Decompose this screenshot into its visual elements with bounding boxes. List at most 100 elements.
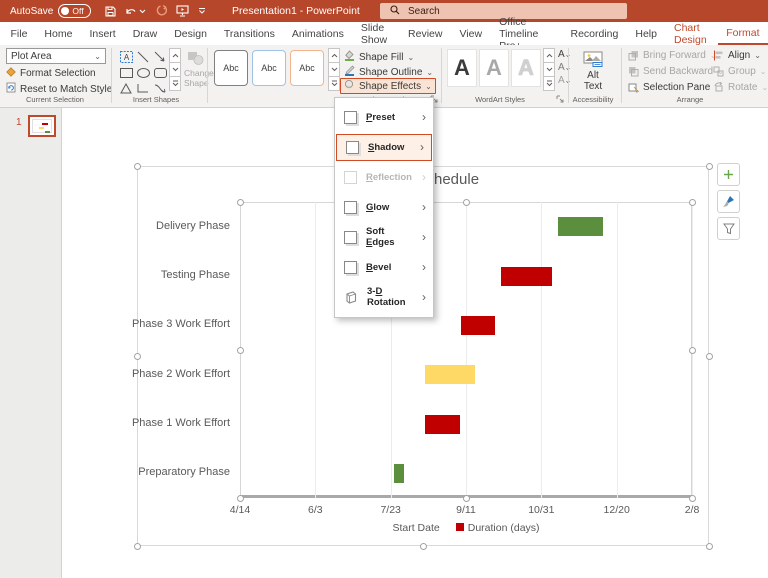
- resize-handle[interactable]: [237, 347, 244, 354]
- shape-style-preset-3[interactable]: Abc: [290, 50, 324, 86]
- menu-item-3d-rotation[interactable]: 3-D Rotation›: [335, 282, 433, 312]
- resize-handle[interactable]: [237, 199, 244, 206]
- resize-handle[interactable]: [134, 543, 141, 550]
- tab-animations[interactable]: Animations: [283, 22, 352, 45]
- tab-review[interactable]: Review: [400, 22, 451, 45]
- menu-item-preset[interactable]: Preset›: [335, 102, 433, 132]
- resize-handle[interactable]: [689, 199, 696, 206]
- text-outline-icon[interactable]: A⌄: [558, 62, 571, 73]
- category-axis-label[interactable]: Phase 3 Work Effort: [30, 318, 230, 330]
- text-fill-icon[interactable]: A⌄: [558, 49, 571, 60]
- tab-view[interactable]: View: [451, 22, 491, 45]
- gantt-bar-phase-1-work-effort[interactable]: [425, 415, 460, 434]
- title-bar: AutoSave Off Presentation1: [0, 0, 768, 22]
- chart-elements-button[interactable]: [717, 163, 740, 186]
- scroll-down-icon[interactable]: [328, 62, 340, 77]
- resize-handle[interactable]: [463, 199, 470, 206]
- menu-item-glow[interactable]: Glow›: [335, 192, 433, 222]
- tab-insert[interactable]: Insert: [81, 22, 124, 45]
- scroll-up-icon[interactable]: [543, 48, 555, 63]
- tab-draw[interactable]: Draw: [124, 22, 166, 45]
- tab-home[interactable]: Home: [36, 22, 81, 45]
- textbox-shape-icon[interactable]: A: [118, 49, 134, 64]
- wordart-preset-2[interactable]: A: [479, 49, 509, 87]
- resize-handle[interactable]: [706, 353, 713, 360]
- undo-icon[interactable]: [125, 6, 146, 17]
- wordart-preset-1[interactable]: A: [447, 49, 477, 87]
- gantt-bar-preparatory-phase[interactable]: [394, 464, 405, 483]
- line-shape-icon[interactable]: [135, 49, 151, 64]
- category-axis-label[interactable]: Testing Phase: [30, 269, 230, 281]
- shape-outline-button[interactable]: Shape Outline⌄: [344, 65, 433, 79]
- category-axis-label[interactable]: Preparatory Phase: [30, 466, 230, 478]
- bring-forward-icon: [628, 50, 639, 61]
- gantt-bar-testing-phase[interactable]: [501, 267, 552, 286]
- shape-style-preset-2[interactable]: Abc: [252, 50, 286, 86]
- chart-styles-button[interactable]: [717, 190, 740, 213]
- resize-handle[interactable]: [420, 543, 427, 550]
- tab-file[interactable]: File: [2, 22, 36, 45]
- wordart-preset-3[interactable]: A: [511, 49, 541, 87]
- menu-item-shadow[interactable]: Shadow›: [336, 134, 432, 161]
- resize-handle[interactable]: [706, 163, 713, 170]
- resize-handle[interactable]: [463, 495, 470, 502]
- category-axis-label[interactable]: Delivery Phase: [30, 220, 230, 232]
- scroll-down-icon[interactable]: [169, 62, 181, 77]
- slideshow-from-beginning-icon[interactable]: [176, 5, 189, 17]
- align-button[interactable]: Align⌄: [713, 50, 761, 61]
- resize-handle[interactable]: [689, 495, 696, 502]
- tab-design[interactable]: Design: [166, 22, 216, 45]
- insert-shapes-gallery: A: [118, 49, 168, 96]
- tab-slide-show[interactable]: Slide Show: [352, 22, 399, 45]
- category-axis-label[interactable]: Phase 2 Work Effort: [30, 368, 230, 380]
- elbow-connector-shape-icon[interactable]: [135, 81, 151, 96]
- arrow-shape-icon[interactable]: [152, 49, 168, 64]
- gallery-more-icon[interactable]: [543, 76, 555, 91]
- gallery-more-icon[interactable]: [169, 76, 181, 91]
- menu-item-soft-edges[interactable]: Soft Edges›: [335, 222, 433, 252]
- gantt-bar-delivery-phase[interactable]: [558, 217, 603, 236]
- chart-filters-button[interactable]: [717, 217, 740, 240]
- autosave-toggle[interactable]: Off: [58, 4, 90, 18]
- resize-handle[interactable]: [706, 543, 713, 550]
- scroll-up-icon[interactable]: [169, 48, 181, 63]
- tab-format[interactable]: Format: [718, 22, 768, 45]
- format-selection-button[interactable]: Format Selection: [6, 67, 96, 80]
- tab-help[interactable]: Help: [627, 22, 666, 45]
- tab-transitions[interactable]: Transitions: [215, 22, 283, 45]
- customize-qat-chevron-icon[interactable]: [198, 8, 206, 14]
- autosave-control[interactable]: AutoSave Off: [10, 4, 91, 18]
- wordart-dialog-launcher-icon[interactable]: [556, 95, 564, 106]
- slide-thumbnail[interactable]: [28, 115, 56, 137]
- chart-element-selector[interactable]: Plot Area ⌄: [6, 48, 106, 64]
- tab-chart-design[interactable]: Chart Design: [665, 22, 717, 45]
- save-icon[interactable]: [105, 6, 116, 17]
- scroll-down-icon[interactable]: [543, 62, 555, 77]
- category-axis-label[interactable]: Phase 1 Work Effort: [30, 417, 230, 429]
- reset-to-match-style-button[interactable]: Reset to Match Style: [6, 82, 112, 96]
- shape-effects-button[interactable]: Shape Effects⌄: [340, 78, 436, 94]
- gantt-bar-phase-3-work-effort[interactable]: [461, 316, 494, 335]
- resize-handle[interactable]: [689, 347, 696, 354]
- gallery-more-icon[interactable]: [328, 76, 340, 91]
- gantt-bar-phase-2-work-effort[interactable]: [425, 365, 475, 384]
- selection-pane-button[interactable]: Selection Pane: [628, 82, 710, 93]
- curve-connector-shape-icon[interactable]: [152, 81, 168, 96]
- triangle-shape-icon[interactable]: [118, 81, 134, 96]
- shape-fill-button[interactable]: Shape Fill⌄: [344, 50, 414, 64]
- oval-shape-icon[interactable]: [135, 65, 151, 80]
- resize-handle[interactable]: [237, 495, 244, 502]
- scroll-up-icon[interactable]: [328, 48, 340, 63]
- group-divider: [441, 48, 442, 103]
- menu-item-bevel[interactable]: Bevel›: [335, 252, 433, 282]
- resize-handle[interactable]: [134, 353, 141, 360]
- resize-handle[interactable]: [134, 163, 141, 170]
- rounded-rectangle-shape-icon[interactable]: [152, 65, 168, 80]
- alt-text-button[interactable]: AltText: [576, 51, 610, 92]
- tab-office-timeline-pro-[interactable]: Office Timeline Pro+: [491, 22, 562, 45]
- tab-recording[interactable]: Recording: [562, 22, 627, 45]
- shape-style-preset-1[interactable]: Abc: [214, 50, 248, 86]
- text-effects-icon[interactable]: A⌄: [558, 75, 571, 86]
- rectangle-shape-icon[interactable]: [118, 65, 134, 80]
- preset-text: Abc: [299, 63, 315, 73]
